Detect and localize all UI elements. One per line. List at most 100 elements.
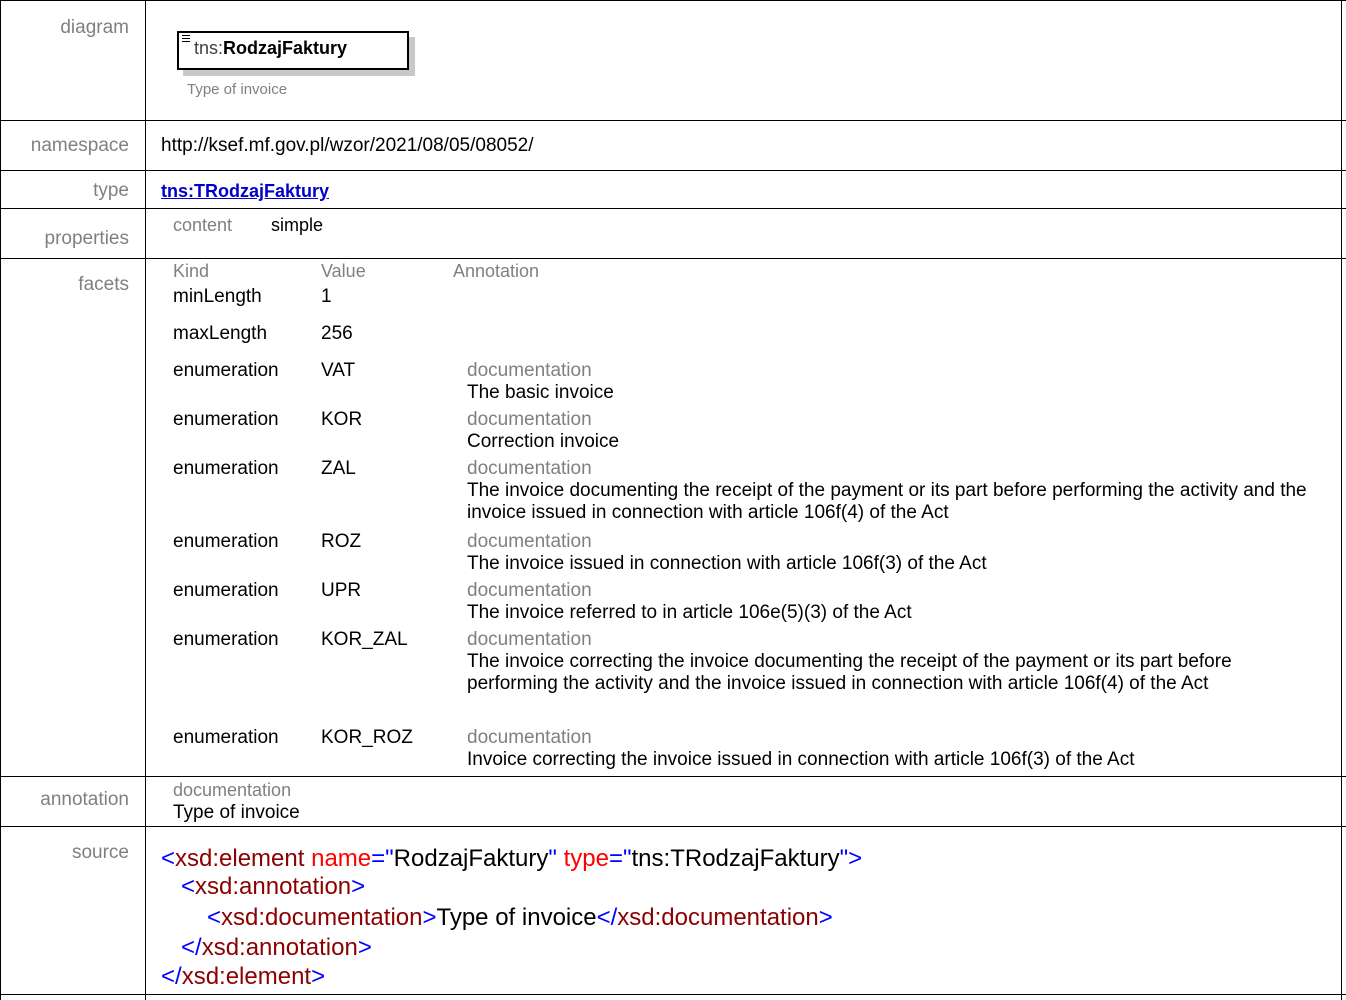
row-divider (0, 826, 1346, 827)
facet-value: UPR (321, 580, 362, 601)
facet-doc-label: documentation (467, 629, 592, 650)
row-label-annotation: annotation (40, 789, 129, 810)
facet-value: ROZ (321, 531, 362, 552)
facets-header-value: Value (321, 261, 366, 281)
facet-value: KOR_ZAL (321, 629, 408, 650)
facet-kind: enumeration (173, 531, 279, 552)
element-diagram-box[interactable]: tns:RodzajFaktury (177, 31, 409, 70)
annotation-doc-text: Type of invoice (173, 802, 300, 823)
annotation-doc-label: documentation (173, 780, 292, 800)
facet-doc-text: The invoice documenting the receipt of t… (467, 480, 1307, 523)
facet-doc-label: documentation (467, 531, 592, 552)
namespace-prefix: tns: (194, 38, 224, 58)
src-token: =" (371, 845, 394, 872)
row-label-type: type (93, 180, 129, 201)
property-value: simple (271, 215, 324, 235)
facet-kind: enumeration (173, 360, 279, 381)
src-token: type (556, 845, 609, 872)
row-label-facets: facets (78, 274, 129, 295)
facet-doc-text: The invoice issued in connection with ar… (467, 553, 987, 574)
facet-doc-text: Invoice correcting the invoice issued in… (467, 749, 1135, 770)
facets-header-kind: Kind (173, 261, 210, 281)
facet-doc-text: The invoice correcting the invoice docum… (467, 651, 1232, 694)
source-line: <xsd:annotation> (181, 873, 365, 901)
facet-doc-label: documentation (467, 727, 592, 748)
facet-doc-text: The invoice referred to in article 106e(… (467, 602, 912, 623)
source-line: <xsd:documentation>Type of invoice</xsd:… (207, 904, 833, 932)
src-token: "> (839, 845, 863, 872)
facet-kind: minLength (173, 286, 262, 307)
src-token: < (161, 845, 176, 872)
src-token: </ (181, 934, 202, 961)
src-token: =" (608, 845, 632, 872)
facet-kind: enumeration (173, 629, 279, 650)
facet-doc-label: documentation (467, 360, 592, 381)
element-name: RodzajFaktury (223, 38, 348, 58)
src-token: > (357, 934, 372, 961)
facet-value: 1 (321, 286, 332, 307)
row-divider (0, 776, 1346, 777)
src-token: > (351, 873, 366, 900)
facet-doc-label: documentation (467, 409, 592, 430)
src-token: " (548, 845, 557, 872)
facet-doc-text: Correction invoice (467, 431, 620, 452)
row-label-source: source (71, 842, 129, 863)
facet-kind: maxLength (173, 323, 268, 344)
facet-annotation: documentation Correction invoice (467, 409, 1307, 453)
facet-value: KOR (321, 409, 363, 430)
table-column-divider (145, 0, 146, 1000)
source-line: </xsd:annotation> (181, 934, 372, 962)
src-token: xsd:element (175, 845, 305, 872)
source-line: </xsd:element> (161, 963, 325, 991)
facet-value: VAT (321, 360, 356, 381)
src-token: xsd:annotation (201, 934, 358, 961)
row-label-diagram: diagram (60, 17, 129, 38)
facet-doc-text: The basic invoice (467, 382, 614, 403)
src-token: xsd:documentation (617, 904, 819, 931)
facet-value: ZAL (321, 458, 356, 479)
src-token: < (181, 873, 196, 900)
row-divider (0, 258, 1346, 259)
facet-annotation: documentation Invoice correcting the invo… (467, 727, 1307, 771)
src-token: RodzajFaktury (393, 845, 549, 872)
element-diagram-name: tns:RodzajFaktury (194, 38, 347, 59)
table-border-right (1341, 0, 1342, 1000)
row-divider (0, 208, 1346, 209)
facet-annotation: documentation The invoice correcting the … (467, 629, 1307, 695)
source-line: <xsd:element name="RodzajFaktury" type="… (161, 845, 862, 873)
src-token: name (304, 845, 372, 872)
src-token: > (311, 963, 326, 990)
facet-annotation: documentation The invoice issued in conne… (467, 531, 1307, 575)
row-divider (0, 994, 1346, 995)
facets-header-annotation: Annotation (453, 261, 540, 281)
facet-annotation: documentation The invoice referred to in … (467, 580, 1307, 624)
schema-element-doc-table: diagram namespace type properties facets… (0, 0, 1346, 1000)
element-content-icon (182, 35, 190, 44)
facet-annotation: documentation The basic invoice (467, 360, 1307, 404)
src-token: xsd:element (181, 963, 312, 990)
facet-kind: enumeration (173, 409, 279, 430)
row-divider (0, 120, 1346, 121)
facet-kind: enumeration (173, 580, 279, 601)
facet-value: KOR_ROZ (321, 727, 413, 748)
src-token: </ (596, 904, 618, 931)
src-token: > (422, 904, 437, 931)
facet-annotation: documentation The invoice documenting the… (467, 458, 1307, 524)
facet-kind: enumeration (173, 458, 279, 479)
row-label-properties: properties (44, 228, 130, 249)
src-token: Type of invoice (436, 904, 597, 931)
src-token: xsd:documentation (221, 904, 423, 931)
type-link[interactable]: tns:TRodzajFaktury (161, 181, 329, 201)
diagram-caption: Type of invoice (187, 81, 288, 98)
row-divider (0, 170, 1346, 171)
facet-doc-label: documentation (467, 458, 592, 479)
property-key: content (173, 215, 233, 235)
src-token: </ (161, 963, 182, 990)
row-label-namespace: namespace (30, 135, 129, 156)
row-divider (0, 0, 1346, 1)
src-token: < (207, 904, 222, 931)
src-token: > (818, 904, 833, 931)
facet-value: 256 (321, 323, 353, 344)
src-token: tns:TRodzajFaktury (631, 845, 840, 872)
facet-doc-label: documentation (467, 580, 592, 601)
